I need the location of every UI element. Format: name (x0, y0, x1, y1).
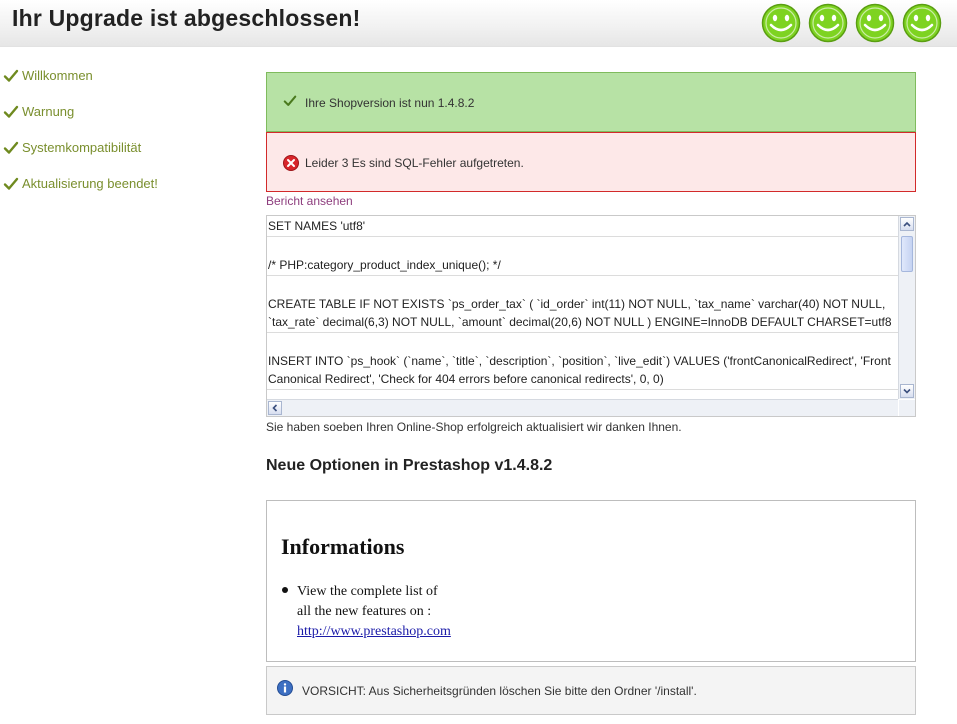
info-line: all the new features on : (297, 604, 432, 619)
info-heading: Informations (281, 534, 405, 559)
sql-log-row: /* PHP:category_product_index_unique(); … (267, 237, 898, 276)
scroll-up-button[interactable] (900, 217, 914, 231)
header: Ihr Upgrade ist abgeschlossen! (0, 0, 957, 47)
chevron-up-icon (903, 221, 911, 227)
checkmark-icon (3, 69, 19, 82)
info-list-item: View the complete list of all the new fe… (297, 582, 451, 642)
warning-message: VORSICHT: Aus Sicherheitsgründen löschen… (302, 684, 697, 698)
success-message: Ihre Shopversion ist nun 1.4.8.2 (305, 96, 475, 110)
checkmark-icon (283, 95, 297, 106)
sql-log-row: SET NAMES 'utf8' (267, 216, 898, 237)
sidebar-step-warnung: Warnung (0, 102, 240, 124)
security-warning: VORSICHT: Aus Sicherheitsgründen löschen… (266, 666, 916, 715)
smiley-icon (902, 3, 942, 43)
smiley-icon (855, 3, 895, 43)
bullet-icon (282, 587, 288, 593)
view-report-link[interactable]: Bericht ansehen (266, 194, 353, 208)
prestashop-link[interactable]: http://www.prestashop.com (297, 624, 451, 639)
page-title: Ihr Upgrade ist abgeschlossen! (12, 5, 361, 31)
sidebar-step-systemkompatibilitaet: Systemkompatibilität (0, 138, 240, 160)
sql-log-row: INSERT INTO `ps_hook` (`name`, `title`, … (267, 333, 898, 390)
scroll-left-button[interactable] (268, 401, 282, 415)
info-line: View the complete list of (297, 584, 438, 599)
error-alert: Leider 3 Es sind SQL-Fehler aufgetreten. (266, 132, 916, 192)
thanks-text: Sie haben soeben Ihren Online-Shop erfol… (266, 420, 682, 434)
error-message: Leider 3 Es sind SQL-Fehler aufgetreten. (305, 156, 524, 170)
sql-log-content: SET NAMES 'utf8' /* PHP:category_product… (267, 216, 898, 399)
scroll-corner (899, 400, 915, 416)
vertical-scroll-thumb[interactable] (901, 236, 913, 272)
checkmark-icon (3, 177, 19, 190)
horizontal-scrollbar[interactable] (267, 399, 898, 416)
sidebar-step-label: Aktualisierung beendet! (22, 176, 158, 191)
vertical-scrollbar[interactable] (898, 216, 915, 399)
chevron-left-icon (272, 404, 278, 412)
chevron-down-icon (903, 388, 911, 394)
info-icon (277, 680, 293, 696)
checkmark-icon (3, 141, 19, 154)
sidebar-step-label: Systemkompatibilität (22, 140, 142, 155)
sidebar-step-label: Warnung (22, 104, 75, 119)
success-alert: Ihre Shopversion ist nun 1.4.8.2 (266, 72, 916, 132)
info-panel: Informations View the complete list of a… (266, 500, 916, 662)
sql-log-row: CREATE TABLE IF NOT EXISTS `ps_order_tax… (267, 276, 898, 333)
checkmark-icon (3, 105, 19, 118)
sidebar-step-label: Willkommen (22, 68, 93, 83)
smiley-icon (761, 3, 801, 43)
sidebar-step-willkommen: Willkommen (0, 66, 240, 88)
smiley-icon (808, 3, 848, 43)
sidebar-step-aktualisierung-beendet: Aktualisierung beendet! (0, 174, 240, 196)
scroll-down-button[interactable] (900, 384, 914, 398)
error-icon (283, 155, 299, 171)
sql-log-panel[interactable]: SET NAMES 'utf8' /* PHP:category_product… (266, 215, 916, 417)
new-options-heading: Neue Optionen in Prestashop v1.4.8.2 (266, 457, 553, 474)
